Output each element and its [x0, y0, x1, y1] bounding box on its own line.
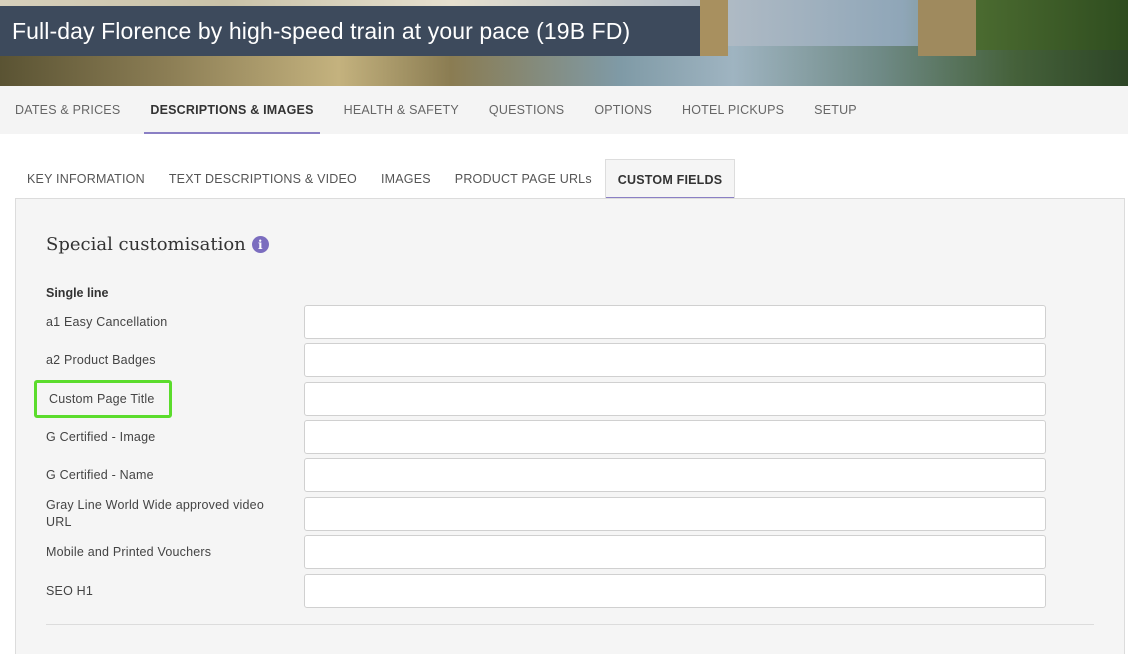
hero-image-bridge-pillar [700, 0, 728, 56]
tab-custom-fields[interactable]: CUSTOM FIELDS [604, 159, 736, 199]
field-row: Mobile and Printed Vouchers [46, 535, 1048, 569]
easy-cancellation-input[interactable] [304, 305, 1046, 339]
field-row: Custom Page Title [34, 380, 1048, 418]
field-row: a1 Easy Cancellation [46, 305, 1048, 339]
field-label: a2 Product Badges [46, 352, 156, 367]
section-label: Single line [46, 286, 109, 300]
field-label-highlighted: Custom Page Title [34, 380, 172, 418]
product-title-box: Full-day Florence by high-speed train at… [0, 6, 700, 56]
field-row: Gray Line World Wide approved video URL [46, 497, 1048, 531]
sub-tabs: KEY INFORMATION TEXT DESCRIPTIONS & VIDE… [15, 159, 736, 199]
seo-h1-input[interactable] [304, 574, 1046, 608]
video-url-input[interactable] [304, 497, 1046, 531]
hero-image-trees [960, 0, 1128, 50]
field-label: a1 Easy Cancellation [46, 314, 168, 329]
tab-key-information[interactable]: KEY INFORMATION [15, 159, 157, 199]
field-label: G Certified - Image [46, 429, 156, 444]
info-icon[interactable]: i [251, 236, 269, 253]
panel-title-row: Special customisation i [46, 234, 269, 255]
custom-page-title-input[interactable] [304, 382, 1046, 416]
main-nav: DATES & PRICES DESCRIPTIONS & IMAGES HEA… [0, 86, 1128, 134]
field-label: G Certified - Name [46, 467, 154, 482]
nav-options[interactable]: OPTIONS [579, 86, 667, 134]
vouchers-input[interactable] [304, 535, 1046, 569]
nav-setup[interactable]: SETUP [799, 86, 872, 134]
tab-text-descriptions-video[interactable]: TEXT DESCRIPTIONS & VIDEO [157, 159, 369, 199]
hero-image-bridge-pillar [918, 0, 976, 56]
g-certified-image-input[interactable] [304, 420, 1046, 454]
nav-descriptions-images[interactable]: DESCRIPTIONS & IMAGES [144, 86, 320, 134]
field-row: G Certified - Image [46, 420, 1048, 454]
field-label: Gray Line World Wide approved video URL [46, 498, 264, 529]
field-row: SEO H1 [46, 574, 1048, 608]
field-row: G Certified - Name [46, 458, 1048, 492]
tab-product-page-urls[interactable]: PRODUCT PAGE URLs [443, 159, 604, 199]
product-badges-input[interactable] [304, 343, 1046, 377]
product-title: Full-day Florence by high-speed train at… [12, 17, 631, 44]
divider [46, 624, 1094, 625]
panel-title: Special customisation [46, 234, 246, 255]
nav-dates-prices[interactable]: DATES & PRICES [0, 86, 135, 134]
custom-fields-panel: Special customisation i Single line a1 E… [15, 198, 1125, 654]
field-row: a2 Product Badges [46, 343, 1048, 377]
field-label: Mobile and Printed Vouchers [46, 544, 212, 559]
nav-hotel-pickups[interactable]: HOTEL PICKUPS [667, 86, 799, 134]
tab-images[interactable]: IMAGES [369, 159, 443, 199]
field-label: SEO H1 [46, 583, 94, 598]
g-certified-name-input[interactable] [304, 458, 1046, 492]
nav-questions[interactable]: QUESTIONS [474, 86, 579, 134]
nav-health-safety[interactable]: HEALTH & SAFETY [329, 86, 474, 134]
hero-banner: Full-day Florence by high-speed train at… [0, 0, 1128, 86]
